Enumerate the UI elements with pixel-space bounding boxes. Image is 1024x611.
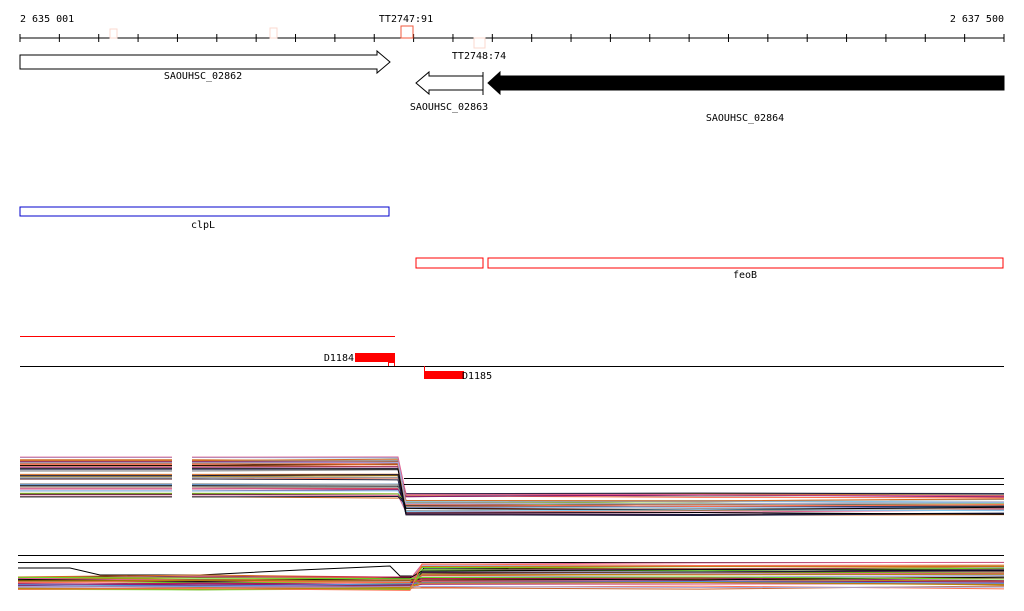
marker-label-tt2747: TT2747:91 [379,14,433,25]
gene-arrow-reverse[interactable] [415,70,484,96]
gene-label: SAOUHSC_02862 [164,71,242,82]
gene-label: SAOUHSC_02863 [410,102,488,113]
probe-d1185[interactable] [424,371,464,379]
minor-marker[interactable] [269,27,278,39]
feature-label: feoB [733,270,757,281]
ruler-end-label: 2 637 500 [950,14,1004,25]
feature-label: clpL [191,220,215,231]
expression-profiles-track-1 [20,456,1005,516]
marker-label-tt2748: TT2748:74 [452,51,506,62]
probe-d1184[interactable] [355,353,395,362]
ruler-start-label: 2 635 001 [20,14,74,25]
minor-marker[interactable] [109,28,118,39]
genome-browser-view: 2 635 001 2 637 500 TT2747:91 TT2748:74 … [17,14,1005,591]
marker-tt2747[interactable] [400,25,414,39]
gene-02863[interactable]: SAOUHSC_02863 [410,70,488,113]
feature-feoB[interactable] [487,257,1004,269]
marker-tt2748[interactable] [473,37,486,49]
feature-feoB-part[interactable] [415,257,484,269]
gene-02862[interactable]: SAOUHSC_02862 [19,49,391,82]
probe-marker [388,362,395,367]
expression-profiles-track-2 [17,555,1005,591]
gene-02864[interactable]: SAOUHSC_02864 [487,70,1005,124]
probe-label: D1184 [324,353,354,364]
gene-label: SAOUHSC_02864 [706,113,784,124]
gene-arrow-reverse[interactable] [487,70,1005,96]
probe-label: D1185 [462,371,492,382]
gene-arrow-forward[interactable] [19,49,391,75]
feature-clpL[interactable] [19,206,390,217]
coordinate-ruler: 2 635 001 2 637 500 [19,14,1005,42]
